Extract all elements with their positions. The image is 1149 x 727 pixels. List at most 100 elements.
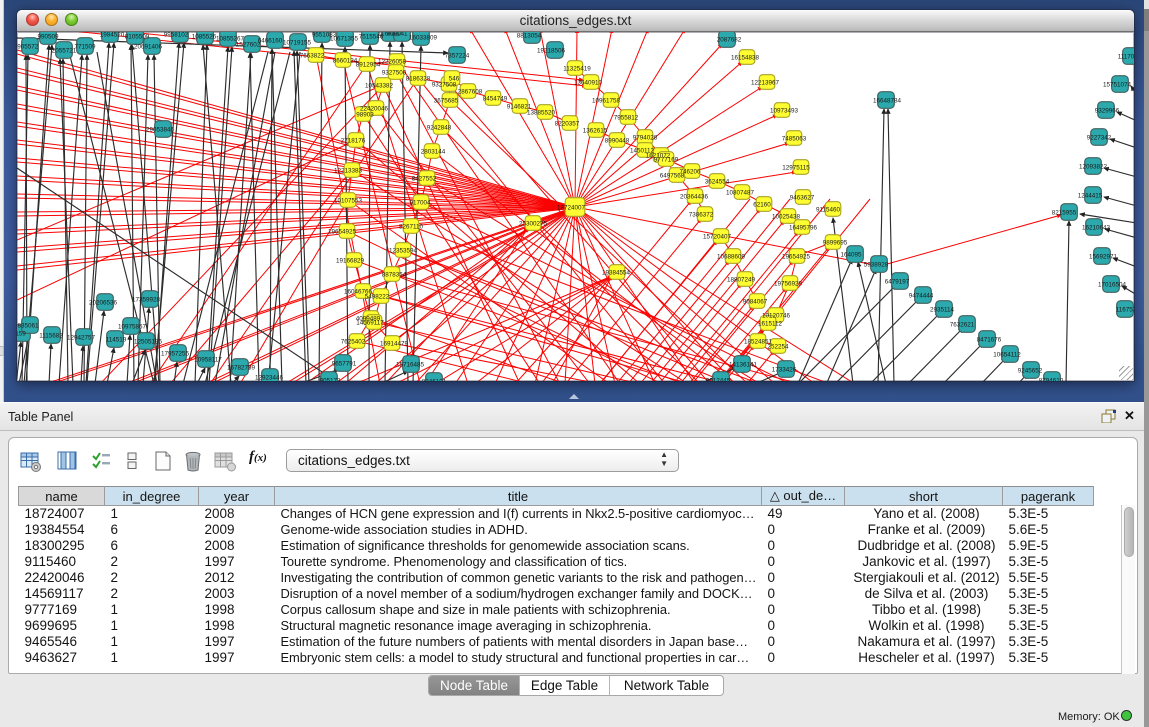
svg-text:10688609: 10688609 xyxy=(717,254,746,261)
svg-text:12505135: 12505135 xyxy=(134,339,163,346)
svg-text:2087682: 2087682 xyxy=(717,37,742,44)
svg-text:10120746: 10120746 xyxy=(762,313,791,320)
svg-text:5498222: 5498222 xyxy=(365,294,390,301)
svg-text:19654925: 19654925 xyxy=(782,254,811,261)
svg-text:905173: 905173 xyxy=(319,378,341,382)
svg-text:19218506: 19218506 xyxy=(537,48,566,55)
svg-text:29053846: 29053846 xyxy=(146,127,175,134)
svg-text:8105509: 8105509 xyxy=(125,34,150,41)
svg-text:19654925: 19654925 xyxy=(328,229,357,236)
svg-text:13885520: 13885520 xyxy=(527,110,556,117)
svg-text:17016504: 17016504 xyxy=(1098,282,1127,289)
svg-text:10958117: 10958117 xyxy=(194,357,222,364)
svg-text:8846101: 8846101 xyxy=(422,379,447,382)
svg-text:20691406: 20691406 xyxy=(134,44,163,51)
svg-text:1450112: 1450112 xyxy=(630,148,655,155)
svg-text:8990448: 8990448 xyxy=(605,138,630,145)
svg-text:12093822: 12093822 xyxy=(1079,164,1108,171)
svg-text:15716485: 15716485 xyxy=(396,362,425,369)
svg-text:8215955: 8215955 xyxy=(1052,210,1077,217)
svg-text:9794028: 9794028 xyxy=(633,135,658,142)
svg-text:12353594: 12353594 xyxy=(389,248,418,255)
svg-text:12213967: 12213967 xyxy=(751,80,780,87)
svg-text:917004: 917004 xyxy=(409,200,431,207)
svg-text:5938928: 5938928 xyxy=(864,262,889,269)
svg-text:8454749: 8454749 xyxy=(483,96,508,103)
svg-text:2803144: 2803144 xyxy=(421,149,446,156)
svg-text:13640910: 13640910 xyxy=(574,80,603,87)
svg-text:8427552: 8427552 xyxy=(412,176,437,183)
svg-text:7663822: 7663822 xyxy=(300,53,325,60)
svg-text:17957255: 17957255 xyxy=(161,351,190,358)
svg-text:771509: 771509 xyxy=(74,44,96,51)
svg-text:7632621: 7632621 xyxy=(950,322,975,329)
svg-text:14136141: 14136141 xyxy=(729,362,758,369)
svg-text:2718176: 2718176 xyxy=(341,138,366,145)
svg-text:10671355: 10671355 xyxy=(330,36,359,43)
svg-text:9327508: 9327508 xyxy=(432,82,457,89)
svg-text:7625402: 7625402 xyxy=(341,339,366,346)
svg-text:252254: 252254 xyxy=(767,344,789,351)
svg-text:9242848: 9242848 xyxy=(427,125,452,132)
svg-text:25300275: 25300275 xyxy=(519,221,548,228)
svg-text:10961758: 10961758 xyxy=(592,98,621,105)
svg-text:1362615: 1362615 xyxy=(583,128,608,135)
svg-text:16495796: 16495796 xyxy=(789,225,818,232)
svg-text:19756928: 19756928 xyxy=(774,281,803,288)
svg-text:1733426: 1733426 xyxy=(772,367,797,374)
svg-text:14569117: 14569117 xyxy=(356,320,384,327)
svg-text:8220357: 8220357 xyxy=(555,121,580,128)
svg-text:7955812: 7955812 xyxy=(614,115,639,122)
svg-text:1244415: 1244415 xyxy=(1078,193,1103,200)
svg-text:164095: 164095 xyxy=(840,252,862,259)
svg-text:19166829: 19166829 xyxy=(336,258,365,265)
svg-text:18807249: 18807249 xyxy=(727,277,756,284)
svg-text:16033809: 16033809 xyxy=(409,35,438,42)
svg-text:8267110: 8267110 xyxy=(399,224,424,231)
svg-text:9474444: 9474444 xyxy=(909,293,934,300)
svg-text:114519: 114519 xyxy=(106,337,127,344)
svg-text:746206: 746206 xyxy=(679,169,701,176)
svg-text:10807487: 10807487 xyxy=(726,190,755,197)
svg-text:11170: 11170 xyxy=(1118,54,1134,61)
svg-text:18724007: 18724007 xyxy=(557,205,586,212)
svg-text:10025438: 10025438 xyxy=(772,214,801,221)
svg-text:16210643: 16210643 xyxy=(1082,225,1111,232)
svg-text:7357224: 7357224 xyxy=(445,53,470,60)
svg-text:8471676: 8471676 xyxy=(977,337,1002,344)
svg-text:9899695: 9899695 xyxy=(823,240,848,247)
svg-text:8186328: 8186328 xyxy=(406,76,431,83)
svg-text:990509: 990509 xyxy=(37,34,59,41)
svg-text:1984520: 1984520 xyxy=(100,32,125,39)
svg-text:20364436: 20364436 xyxy=(680,194,709,201)
svg-text:3624554: 3624554 xyxy=(705,179,730,186)
svg-text:9327500: 9327500 xyxy=(382,70,407,77)
svg-text:7485063: 7485063 xyxy=(782,136,807,143)
svg-text:10973493: 10973493 xyxy=(770,108,799,115)
svg-text:8794610: 8794610 xyxy=(1039,378,1064,382)
svg-text:9115460: 9115460 xyxy=(816,207,841,214)
svg-text:15720407: 15720407 xyxy=(703,234,732,241)
svg-text:6466160: 6466160 xyxy=(258,38,283,45)
svg-text:8878354: 8878354 xyxy=(382,272,407,279)
svg-text:1615112: 1615112 xyxy=(758,321,783,328)
svg-text:16648784: 16648784 xyxy=(873,98,902,105)
svg-text:15692971: 15692971 xyxy=(1089,254,1118,261)
svg-text:6479197: 6479197 xyxy=(885,279,910,286)
svg-text:16154838: 16154838 xyxy=(731,55,760,62)
svg-text:9958102: 9958102 xyxy=(164,32,189,39)
svg-text:7386372: 7386372 xyxy=(689,212,714,219)
svg-text:1085526: 1085526 xyxy=(192,34,217,41)
svg-text:9463627: 9463627 xyxy=(790,195,815,202)
svg-text:1905572: 1905572 xyxy=(17,44,39,51)
svg-text:9777169: 9777169 xyxy=(654,157,679,164)
svg-text:908141: 908141 xyxy=(386,32,408,38)
svg-text:8813054: 8813054 xyxy=(517,33,542,40)
svg-text:10654112: 10654112 xyxy=(993,352,1021,359)
svg-text:16782759: 16782759 xyxy=(227,365,256,372)
svg-text:12213383: 12213383 xyxy=(334,168,363,175)
svg-text:9227342: 9227342 xyxy=(1087,135,1112,142)
svg-text:15751074: 15751074 xyxy=(1103,82,1132,89)
svg-text:17359928: 17359928 xyxy=(132,297,161,304)
svg-text:10975867: 10975867 xyxy=(118,324,147,331)
